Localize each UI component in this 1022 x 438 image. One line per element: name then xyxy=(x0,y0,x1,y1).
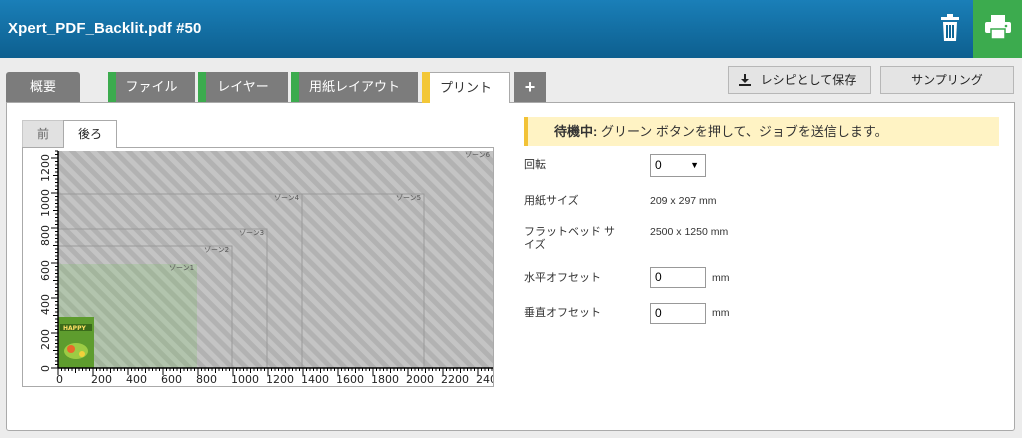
thumbnail-text: HAPPY xyxy=(63,325,86,332)
x-tick-label: 800 xyxy=(196,373,217,386)
tab-print[interactable]: プリント xyxy=(422,72,510,103)
tab-back[interactable]: 後ろ xyxy=(63,120,117,148)
y-tick-label: 800 xyxy=(39,225,52,246)
zone-6-label: ゾーン6 xyxy=(465,151,491,159)
flatbed-preview[interactable]: ゾーン1 ゾーン2 ゾーン3 ゾーン4 ゾーン5 ゾーン6 HAPPY 0 20… xyxy=(22,147,494,387)
v-offset-input[interactable]: 0 xyxy=(650,303,706,324)
printer-icon xyxy=(985,15,1011,40)
y-axis-labels: 0 200 400 600 800 1000 1200 xyxy=(39,154,52,372)
tab-layer[interactable]: レイヤー xyxy=(198,72,288,102)
zone-4-label: ゾーン4 xyxy=(274,194,300,202)
x-axis-labels: 0 200 400 600 800 1000 1200 1400 1600 18… xyxy=(56,373,493,386)
x-tick-label: 200 xyxy=(91,373,112,386)
tab-file[interactable]: ファイル xyxy=(108,72,195,102)
h-offset-label: 水平オフセット xyxy=(524,272,601,284)
add-tab-button[interactable]: + xyxy=(514,72,546,102)
y-tick-label: 0 xyxy=(39,365,52,372)
h-offset-input[interactable]: 0 xyxy=(650,267,706,288)
plus-icon: + xyxy=(524,77,536,97)
zone-2-label: ゾーン2 xyxy=(204,246,229,254)
h-offset-unit: mm xyxy=(712,272,730,284)
flatbed-canvas: ゾーン1 ゾーン2 ゾーン3 ゾーン4 ゾーン5 ゾーン6 HAPPY 0 20… xyxy=(39,150,493,386)
trash-icon[interactable] xyxy=(934,12,966,44)
rotation-select[interactable]: 0 ▼ xyxy=(650,154,706,177)
download-icon xyxy=(739,74,751,86)
y-axis-ticks xyxy=(51,150,58,369)
save-recipe-button[interactable]: レシピとして保存 xyxy=(728,66,871,94)
x-tick-label: 2200 xyxy=(441,373,469,386)
paper-size-label: 用紙サイズ xyxy=(524,195,579,207)
x-tick-label: 1600 xyxy=(336,373,364,386)
x-tick-label: 1800 xyxy=(371,373,399,386)
flatbed-size-label: フラットベッド サイズ xyxy=(524,226,616,251)
y-tick-label: 200 xyxy=(39,329,52,350)
tab-front[interactable]: 前 xyxy=(22,120,64,148)
y-tick-label: 600 xyxy=(39,260,52,281)
status-label: 待機中: xyxy=(554,124,598,139)
sampling-button[interactable]: サンプリング xyxy=(880,66,1014,94)
x-tick-label: 600 xyxy=(161,373,182,386)
status-text: グリーン ボタンを押して、ジョブを送信します。 xyxy=(597,124,888,139)
v-offset-unit: mm xyxy=(712,307,730,319)
tab-overview[interactable]: 概要 xyxy=(6,72,80,102)
zone-5-label: ゾーン5 xyxy=(396,194,421,202)
job-title: Xpert_PDF_Backlit.pdf #50 xyxy=(8,20,202,37)
x-tick-label: 2000 xyxy=(406,373,434,386)
tab-paper-layout[interactable]: 用紙レイアウト xyxy=(291,72,418,102)
print-button[interactable] xyxy=(973,0,1022,58)
v-offset-label: 垂直オフセット xyxy=(524,307,601,319)
app-header: Xpert_PDF_Backlit.pdf #50 xyxy=(0,0,1022,58)
status-banner: 待機中: グリーン ボタンを押して、ジョブを送信します。 xyxy=(524,117,999,146)
rotation-label: 回転 xyxy=(524,159,546,171)
flatbed-size-value: 2500 x 1250 mm xyxy=(650,226,729,238)
y-tick-label: 1200 xyxy=(39,154,52,182)
zone-3-label: ゾーン3 xyxy=(239,229,264,237)
paper-size-value: 209 x 297 mm xyxy=(650,195,717,207)
dropdown-caret-icon: ▼ xyxy=(690,160,699,170)
zone-1-label: ゾーン1 xyxy=(169,264,194,272)
x-tick-label: 1000 xyxy=(231,373,259,386)
y-tick-label: 400 xyxy=(39,294,52,315)
x-tick-label: 240 xyxy=(476,373,493,386)
x-tick-label: 1200 xyxy=(266,373,294,386)
x-tick-label: 400 xyxy=(126,373,147,386)
x-tick-label: 0 xyxy=(56,373,63,386)
y-tick-label: 1000 xyxy=(39,189,52,217)
paper-thumbnail: HAPPY xyxy=(58,317,94,368)
x-tick-label: 1400 xyxy=(301,373,329,386)
